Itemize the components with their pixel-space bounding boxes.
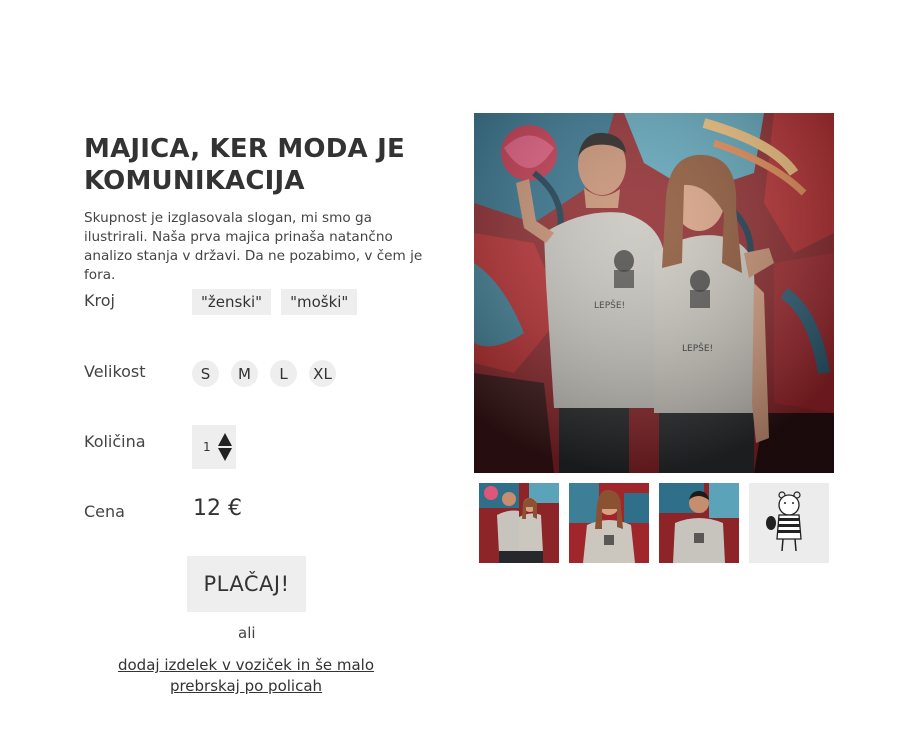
thumbnail-bear-illustration[interactable] <box>749 483 829 563</box>
thumbnail-woman[interactable] <box>569 483 649 563</box>
or-label: ali <box>238 624 256 642</box>
arrow-up-icon[interactable] <box>218 433 232 446</box>
size-option-l[interactable]: L <box>270 360 297 387</box>
price-label: Cena <box>84 502 125 521</box>
cut-option-female[interactable]: "ženski" <box>192 289 272 315</box>
pay-button[interactable]: PLAČAJ! <box>187 556 306 612</box>
product-info: MAJICA, KER MODA JE KOMUNIKACIJA Skupnos… <box>84 133 444 285</box>
thumbnail-man[interactable] <box>659 483 739 563</box>
size-option-m[interactable]: M <box>231 360 258 387</box>
thumb-couple <box>479 483 559 563</box>
main-product-photo[interactable]: LEPŠE! LEPŠE! <box>474 113 834 473</box>
price-value: 12 € <box>193 496 242 521</box>
size-option-s[interactable]: S <box>192 360 219 387</box>
photo-couple-graffiti: LEPŠE! LEPŠE! <box>474 113 834 473</box>
size-label: Velikost <box>84 362 146 381</box>
cut-options: "ženski" "moški" <box>192 289 358 315</box>
thumb-woman <box>569 483 649 563</box>
size-options: S M L XL <box>192 360 336 387</box>
size-option-xl[interactable]: XL <box>309 360 336 387</box>
thumbnail-couple[interactable] <box>479 483 559 563</box>
quantity-label: Količina <box>84 432 146 451</box>
add-to-cart-link[interactable]: dodaj izdelek v voziček in še malo prebr… <box>110 655 382 697</box>
quantity-value: 1 <box>203 440 211 454</box>
cut-label: Kroj <box>84 291 115 310</box>
quantity-stepper[interactable]: 1 <box>192 425 236 469</box>
arrow-down-icon[interactable] <box>218 448 232 461</box>
product-title: MAJICA, KER MODA JE KOMUNIKACIJA <box>84 134 405 196</box>
stepper-arrows <box>218 431 232 463</box>
cut-option-male[interactable]: "moški" <box>281 289 358 315</box>
thumb-bear-illustration <box>749 483 829 563</box>
thumb-man <box>659 483 739 563</box>
product-description: Skupnost je izglasovala slogan, mi smo g… <box>84 210 423 283</box>
